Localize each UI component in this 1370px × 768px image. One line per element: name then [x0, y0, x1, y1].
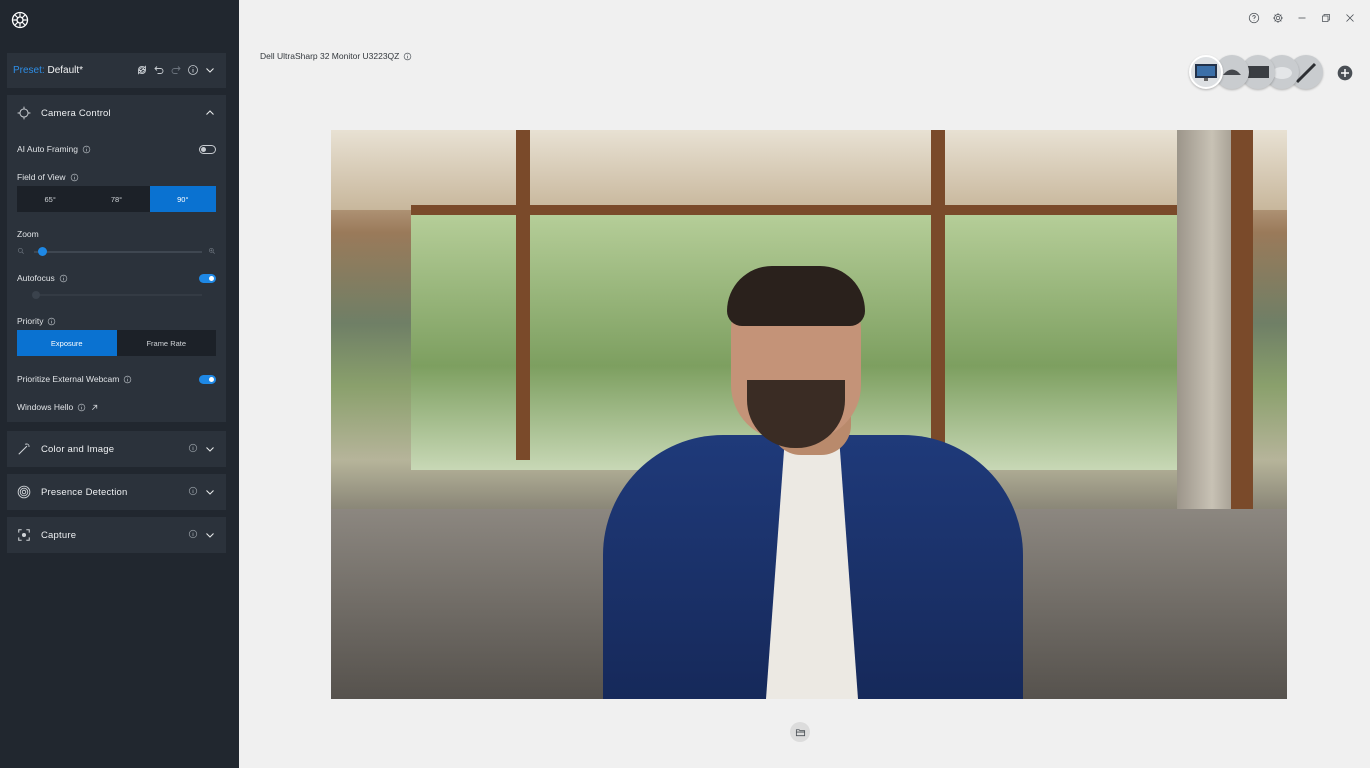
fov-option-78[interactable]: 78° — [83, 186, 149, 212]
priority-label: Priority — [17, 316, 56, 326]
ai-auto-framing-label: AI Auto Framing — [17, 144, 91, 154]
field-of-view-text: Field of View — [17, 172, 66, 182]
preset-value: Default* — [47, 65, 84, 76]
device-name: Dell UltraSharp 32 Monitor U3223QZ — [260, 51, 400, 61]
zoom-label: Zoom — [17, 229, 39, 239]
preview-person-hair — [727, 266, 865, 326]
prioritize-external-webcam-label: Prioritize External Webcam — [17, 374, 132, 384]
chevron-down-icon[interactable] — [204, 64, 216, 76]
sync-icon[interactable] — [136, 64, 148, 76]
close-icon[interactable] — [1344, 12, 1356, 24]
info-icon[interactable] — [123, 375, 132, 384]
chevron-down-icon[interactable] — [204, 486, 216, 498]
preview-beam — [931, 130, 945, 450]
priority-text: Priority — [17, 316, 44, 326]
info-icon[interactable] — [47, 317, 56, 326]
zoom-in-icon — [209, 248, 215, 254]
sidebar: Preset: Default* Camera Control AI Auto … — [0, 0, 239, 768]
redo-icon[interactable] — [170, 64, 182, 76]
app-logo-icon[interactable] — [11, 11, 29, 29]
folder-icon — [795, 728, 805, 736]
magic-wand-icon — [18, 443, 30, 455]
color-and-image-section[interactable]: Color and Image — [7, 431, 226, 467]
open-folder-button[interactable] — [790, 722, 810, 742]
preset-bar[interactable]: Preset: Default* — [7, 53, 226, 88]
fov-option-90[interactable]: 90° — [149, 186, 216, 212]
capture-frame-icon — [18, 529, 30, 541]
priority-frame-rate-button[interactable]: Frame Rate — [117, 330, 217, 356]
fov-option-65[interactable]: 65° — [17, 186, 83, 212]
presence-target-icon — [17, 485, 31, 499]
color-and-image-header[interactable]: Color and Image — [7, 431, 226, 467]
priority-selector: Exposure Frame Rate — [17, 330, 216, 356]
preset-label[interactable]: Preset: Default* — [13, 65, 83, 76]
autofocus-text: Autofocus — [17, 273, 55, 283]
camera-preview — [331, 130, 1287, 699]
priority-exposure-button[interactable]: Exposure — [17, 330, 117, 356]
ai-auto-framing-toggle[interactable] — [199, 145, 216, 154]
capture-section[interactable]: Capture — [7, 517, 226, 553]
device-title: Dell UltraSharp 32 Monitor U3223QZ — [260, 51, 412, 61]
zoom-slider-track[interactable] — [34, 251, 202, 253]
main-content: Dell UltraSharp 32 Monitor U3223QZ — [239, 0, 1370, 768]
camera-control-panel: Camera Control AI Auto Framing Field of … — [7, 95, 226, 422]
add-device-icon[interactable] — [1337, 65, 1353, 81]
info-icon[interactable] — [188, 443, 198, 453]
info-icon[interactable] — [70, 173, 79, 182]
capture-header[interactable]: Capture — [7, 517, 226, 553]
color-and-image-title: Color and Image — [41, 444, 115, 455]
chevron-up-icon[interactable] — [204, 107, 216, 119]
device-carousel — [1189, 55, 1329, 91]
info-icon[interactable] — [403, 52, 412, 61]
field-of-view-label: Field of View — [17, 172, 79, 182]
info-icon[interactable] — [82, 145, 91, 154]
zoom-text: Zoom — [17, 229, 39, 239]
chevron-down-icon[interactable] — [204, 443, 216, 455]
camera-control-title: Camera Control — [41, 108, 111, 119]
preview-beam — [516, 130, 530, 460]
preset-key: Preset: — [13, 65, 45, 76]
info-icon[interactable] — [188, 529, 198, 539]
monitor-device-icon[interactable] — [1189, 55, 1223, 89]
window-controls — [1248, 12, 1356, 24]
info-icon[interactable] — [188, 486, 198, 496]
preset-actions — [136, 64, 216, 76]
preset-info-icon[interactable] — [187, 64, 199, 76]
restore-icon[interactable] — [1320, 12, 1332, 24]
info-icon[interactable] — [77, 403, 86, 412]
presence-detection-header[interactable]: Presence Detection — [7, 474, 226, 510]
presence-detection-section[interactable]: Presence Detection — [7, 474, 226, 510]
chevron-down-icon[interactable] — [204, 529, 216, 541]
autofocus-toggle[interactable] — [199, 274, 216, 283]
windows-hello-label: Windows Hello — [17, 402, 99, 412]
focus-slider-handle — [32, 291, 40, 299]
camera-control-header[interactable]: Camera Control — [7, 95, 226, 131]
preview-ceiling — [331, 130, 1287, 210]
external-link-icon[interactable] — [90, 403, 99, 412]
minimize-icon[interactable] — [1296, 12, 1308, 24]
ai-auto-framing-text: AI Auto Framing — [17, 144, 78, 154]
zoom-slider-handle[interactable] — [38, 247, 48, 256]
preview-beam — [411, 205, 1211, 215]
info-icon[interactable] — [59, 274, 68, 283]
help-icon[interactable] — [1248, 12, 1260, 24]
capture-title: Capture — [41, 530, 77, 541]
presence-detection-title: Presence Detection — [41, 487, 128, 498]
crosshair-icon — [17, 106, 31, 120]
focus-slider-track — [34, 294, 202, 296]
prioritize-external-webcam-text: Prioritize External Webcam — [17, 374, 120, 384]
settings-icon[interactable] — [1272, 12, 1284, 24]
undo-icon[interactable] — [153, 64, 165, 76]
prioritize-external-webcam-toggle[interactable] — [199, 375, 216, 384]
autofocus-label: Autofocus — [17, 273, 68, 283]
windows-hello-text: Windows Hello — [17, 402, 74, 412]
field-of-view-selector: 65° 78° 90° — [17, 186, 216, 212]
zoom-out-icon — [18, 248, 24, 254]
